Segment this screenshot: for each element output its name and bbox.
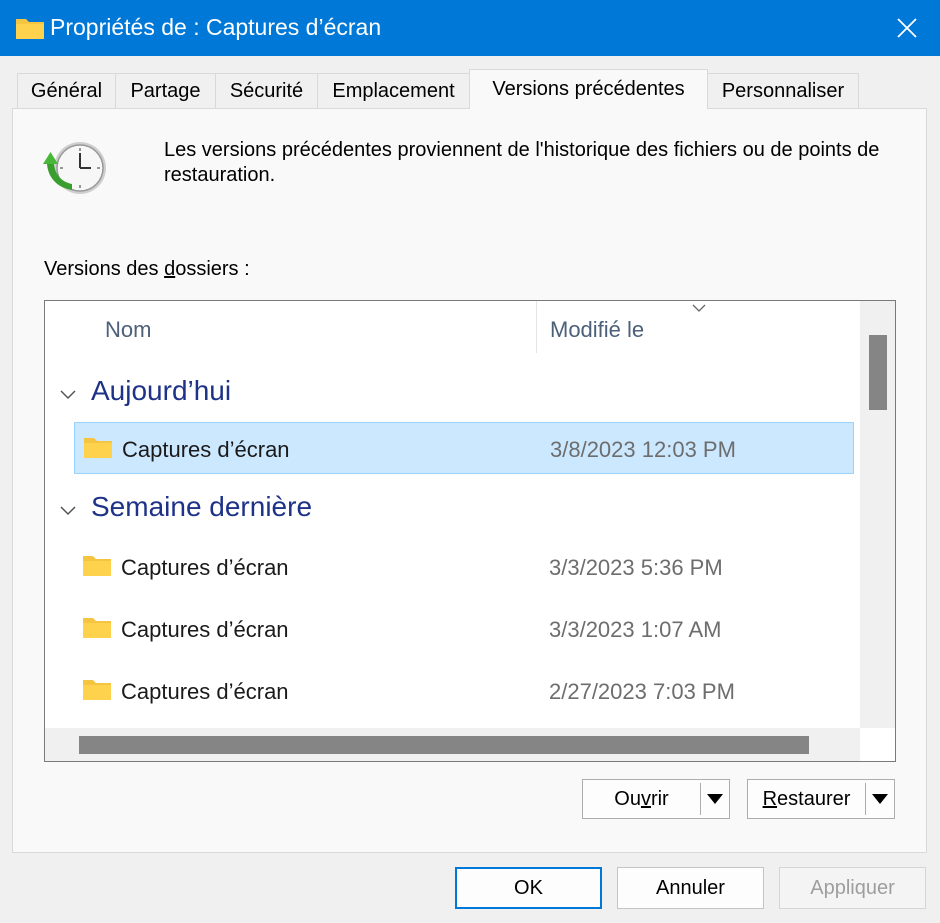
column-name-header[interactable]: Nom <box>105 317 151 343</box>
description-text: Les versions précédentes proviennent de … <box>164 139 880 186</box>
group-header-today[interactable]: Aujourd’hui <box>59 375 231 407</box>
item-date: 2/27/2023 7:03 PM <box>549 679 735 704</box>
horizontal-scrollbar[interactable] <box>45 728 860 761</box>
list-item[interactable]: Captures d’écran 3/8/2023 12:03 PM <box>74 422 854 474</box>
button-label-part: Ou <box>614 787 641 810</box>
tab-label: Versions précédentes <box>492 78 685 100</box>
group-title: Semaine dernière <box>91 491 313 522</box>
item-name: Captures d’écran <box>121 555 289 580</box>
close-icon <box>897 18 917 38</box>
list-item[interactable]: Captures d’écran 3/3/2023 1:07 AM <box>74 603 854 655</box>
tab-label: Sécurité <box>229 79 304 102</box>
label-part: ossiers : <box>175 258 250 280</box>
item-date: 3/3/2023 5:36 PM <box>549 555 723 580</box>
chevron-down-icon[interactable] <box>59 375 77 407</box>
chevron-down-icon[interactable] <box>59 491 77 523</box>
versions-list[interactable]: Nom Modifié le Aujourd’hui Captures d’éc… <box>44 300 896 762</box>
open-split-button: Ou v rir <box>582 779 730 819</box>
folder-icon <box>82 553 112 577</box>
button-accelerator: R <box>762 787 778 810</box>
open-button[interactable]: Ou v rir <box>583 780 700 818</box>
item-name: Captures d’écran <box>121 679 289 704</box>
label-part: Versions des <box>44 258 165 280</box>
tab-label: Partage <box>130 79 201 102</box>
button-label-part: rir <box>650 787 669 810</box>
group-title: Aujourd’hui <box>91 375 232 406</box>
tab-label: Emplacement <box>332 79 455 102</box>
tab-security[interactable]: Sécurité <box>215 73 318 108</box>
button-label-part: estaurer <box>777 787 851 810</box>
folder-icon <box>82 615 112 639</box>
dropdown-arrow-icon <box>707 794 723 804</box>
tab-label: Général <box>30 79 103 102</box>
cancel-button[interactable]: Annuler <box>617 867 764 909</box>
label-accelerator: d <box>164 258 176 280</box>
folder-icon <box>15 16 45 40</box>
column-separator[interactable] <box>536 301 537 353</box>
item-name: Captures d’écran <box>121 617 289 642</box>
list-item[interactable]: Captures d’écran 3/3/2023 5:36 PM <box>74 541 854 593</box>
tab-previous-versions[interactable]: Versions précédentes <box>469 69 708 109</box>
folder-icon <box>83 435 113 459</box>
restore-split-button: Restaurer <box>747 779 895 819</box>
title-bar: Propriétés de : Captures d’écran <box>0 0 940 56</box>
sort-chevron-icon <box>691 301 707 319</box>
list-item[interactable]: Captures d’écran 2/27/2023 7:03 PM <box>74 665 854 717</box>
button-accelerator: v <box>640 787 651 810</box>
group-header-last-week[interactable]: Semaine dernière <box>59 491 312 523</box>
vertical-scrollbar[interactable] <box>860 301 895 728</box>
tab-general[interactable]: Général <box>17 73 116 108</box>
folder-icon <box>82 677 112 701</box>
close-button[interactable] <box>878 0 936 56</box>
tab-label: Personnaliser <box>721 79 845 102</box>
item-date: 3/3/2023 1:07 AM <box>549 617 722 642</box>
tab-location[interactable]: Emplacement <box>317 73 470 108</box>
apply-button[interactable]: Appliquer <box>779 867 926 909</box>
folder-versions-label: Versions des dossiers : <box>44 258 250 281</box>
tab-customize[interactable]: Personnaliser <box>707 73 859 108</box>
tab-strip: Général Partage Sécurité Emplacement Ver… <box>0 56 940 109</box>
ok-button[interactable]: OK <box>455 867 602 909</box>
restore-button[interactable]: Restaurer <box>748 780 865 818</box>
restore-dropdown-arrow[interactable] <box>866 780 894 818</box>
column-header: Nom Modifié le <box>45 301 860 355</box>
open-dropdown-arrow[interactable] <box>701 780 729 818</box>
tab-sharing[interactable]: Partage <box>115 73 216 108</box>
window-title: Propriétés de : Captures d’écran <box>50 14 382 40</box>
item-date: 3/8/2023 12:03 PM <box>550 437 736 462</box>
item-name: Captures d’écran <box>122 437 290 462</box>
vertical-scroll-thumb[interactable] <box>869 335 887 410</box>
dropdown-arrow-icon <box>872 794 888 804</box>
horizontal-scroll-thumb[interactable] <box>79 736 809 754</box>
column-modified-header[interactable]: Modifié le <box>550 317 644 343</box>
restore-history-icon <box>42 140 110 198</box>
